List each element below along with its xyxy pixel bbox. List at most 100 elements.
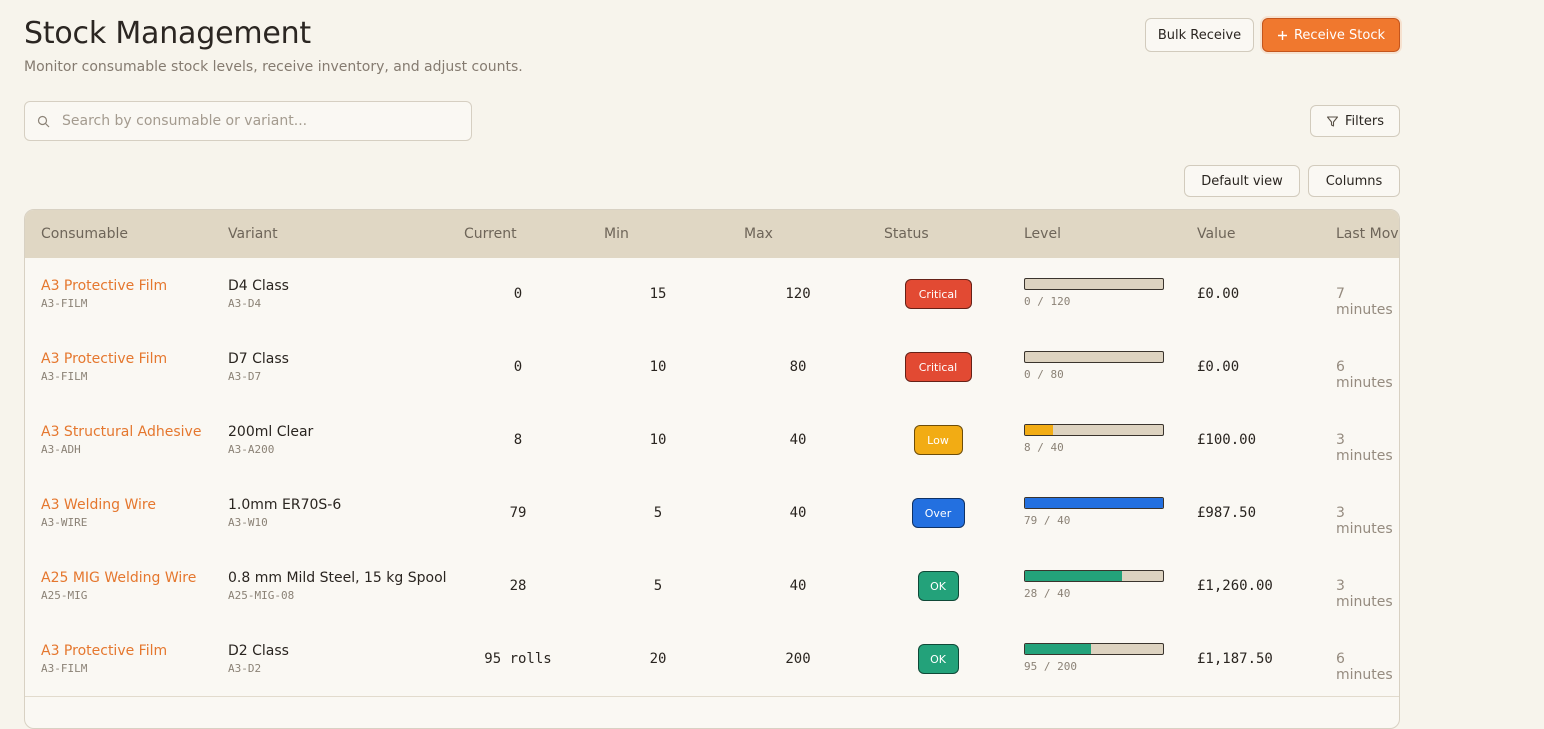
table-row[interactable]: A3 Protective Film A3-FILM D2 Class A3-D2 95…	[25, 623, 1399, 697]
search-input[interactable]	[60, 112, 471, 130]
column-header-max[interactable]: Max	[744, 210, 773, 258]
table-row[interactable]: A3 Structural Adhesive A3-ADH 200ml Clear A…	[25, 404, 1399, 478]
consumable-code: A3-WIRE	[41, 516, 88, 529]
table-row[interactable]: A3 Protective Film A3-FILM D7 Class A3-D7 0 1…	[25, 331, 1399, 405]
page-title: Stock Management	[24, 16, 311, 51]
bulk-receive-label: Bulk Receive	[1157, 27, 1242, 43]
stock-value: £0.00	[1197, 359, 1240, 375]
level-text: 8 / 40	[1024, 441, 1064, 454]
stock-value: £0.00	[1197, 286, 1240, 302]
last-move: 6 minutes	[1336, 359, 1393, 391]
table-row[interactable]: A3 Welding Wire A3-WIRE 1.0mm ER70S-6 A3-W1…	[25, 477, 1399, 551]
level-bar	[1024, 351, 1164, 363]
consumable-name-link[interactable]: A25 MIG Welding Wire	[41, 570, 196, 586]
default-view-button[interactable]: Default view	[1184, 165, 1300, 197]
variant-code: A25-MIG-08	[228, 589, 295, 602]
level-bar	[1024, 424, 1164, 436]
status-badge: OK	[917, 571, 959, 601]
stock-value: £1,187.50	[1197, 651, 1273, 667]
status-badge: OK	[917, 644, 959, 674]
stock-value: £987.50	[1197, 505, 1257, 521]
search-box	[24, 101, 472, 141]
level-bar	[1024, 497, 1164, 509]
current-quantity: 0	[513, 359, 523, 375]
stock-value: £1,260.00	[1197, 578, 1273, 594]
min-quantity: 10	[649, 432, 667, 448]
consumable-name-link[interactable]: A3 Structural Adhesive	[41, 424, 201, 440]
variant-name: D2 Class	[228, 643, 289, 659]
column-header-level[interactable]: Level	[1024, 210, 1061, 258]
variant-code: A3-W10	[228, 516, 268, 529]
consumable-code: A25-MIG	[41, 589, 88, 602]
receive-stock-label: Receive Stock	[1293, 27, 1385, 43]
current-quantity: 95 rolls	[484, 651, 552, 667]
variant-code: A3-D2	[228, 662, 262, 675]
search-icon	[37, 115, 50, 128]
table-row[interactable]: A25 MIG Welding Wire A25-MIG 0.8 mm Mild S…	[25, 550, 1399, 624]
max-quantity: 200	[785, 651, 811, 667]
max-quantity: 40	[789, 505, 807, 521]
min-quantity: 5	[653, 578, 663, 594]
max-quantity: 120	[785, 286, 811, 302]
level-bar-fill	[1025, 644, 1091, 654]
column-header-consumable[interactable]: Consumable	[41, 210, 128, 258]
status-badge: Over	[911, 498, 965, 528]
min-quantity: 20	[649, 651, 667, 667]
columns-button[interactable]: Columns	[1308, 165, 1400, 197]
consumable-name-link[interactable]: A3 Protective Film	[41, 643, 167, 659]
table-row[interactable]: A3 Protective Film A3-FILM D4 Class A3-D4 0 1…	[25, 258, 1399, 332]
consumable-name-link[interactable]: A3 Protective Film	[41, 278, 167, 294]
min-quantity: 5	[653, 505, 663, 521]
level-text: 0 / 80	[1024, 368, 1064, 381]
level-bar-fill	[1025, 425, 1053, 435]
default-view-label: Default view	[1201, 173, 1283, 189]
column-header-min[interactable]: Min	[604, 210, 629, 258]
level-bar	[1024, 643, 1164, 655]
column-header-variant[interactable]: Variant	[228, 210, 278, 258]
column-header-value[interactable]: Value	[1197, 210, 1235, 258]
level-bar	[1024, 570, 1164, 582]
column-header-status[interactable]: Status	[884, 210, 929, 258]
max-quantity: 40	[789, 578, 807, 594]
column-header-last-move[interactable]: Last Move	[1336, 210, 1399, 258]
columns-label: Columns	[1325, 173, 1383, 189]
consumable-code: A3-FILM	[41, 370, 88, 383]
variant-name: D4 Class	[228, 278, 289, 294]
variant-name: 200ml Clear	[228, 424, 314, 440]
variant-name: 1.0mm ER70S-6	[228, 497, 342, 513]
status-badge: Low	[913, 425, 963, 455]
level-text: 95 / 200	[1024, 660, 1077, 673]
consumable-code: A3-FILM	[41, 297, 88, 310]
level-text: 79 / 40	[1024, 514, 1071, 527]
column-header-current[interactable]: Current	[464, 210, 517, 258]
filters-label: Filters	[1345, 113, 1384, 129]
level-bar-fill	[1025, 571, 1122, 581]
filters-button[interactable]: Filters	[1310, 105, 1400, 137]
plus-icon	[1277, 30, 1288, 41]
bulk-receive-button[interactable]: Bulk Receive	[1145, 18, 1254, 52]
consumable-name-link[interactable]: A3 Welding Wire	[41, 497, 156, 513]
level-bar	[1024, 278, 1164, 290]
current-quantity: 0	[513, 286, 523, 302]
table-header: Consumable Variant Current Min Max Statu…	[25, 210, 1399, 259]
last-move: 3 minutes	[1336, 432, 1393, 464]
page-subtitle: Monitor consumable stock levels, receive…	[24, 59, 523, 75]
consumable-name-link[interactable]: A3 Protective Film	[41, 351, 167, 367]
variant-name: 0.8 mm Mild Steel, 15 kg Spool	[228, 570, 447, 586]
stock-table: Consumable Variant Current Min Max Statu…	[24, 209, 1400, 729]
current-quantity: 79	[509, 505, 527, 521]
level-bar-fill	[1025, 498, 1163, 508]
receive-stock-button[interactable]: Receive Stock	[1262, 18, 1400, 52]
status-badge: Critical	[904, 352, 972, 382]
last-move: 7 minutes	[1336, 286, 1393, 318]
variant-code: A3-A200	[228, 443, 275, 456]
last-move: 3 minutes	[1336, 578, 1393, 610]
variant-code: A3-D7	[228, 370, 262, 383]
level-text: 0 / 120	[1024, 295, 1071, 308]
variant-name: D7 Class	[228, 351, 289, 367]
last-move: 3 minutes	[1336, 505, 1393, 537]
current-quantity: 8	[513, 432, 523, 448]
stock-value: £100.00	[1197, 432, 1257, 448]
max-quantity: 80	[789, 359, 807, 375]
current-quantity: 28	[509, 578, 527, 594]
